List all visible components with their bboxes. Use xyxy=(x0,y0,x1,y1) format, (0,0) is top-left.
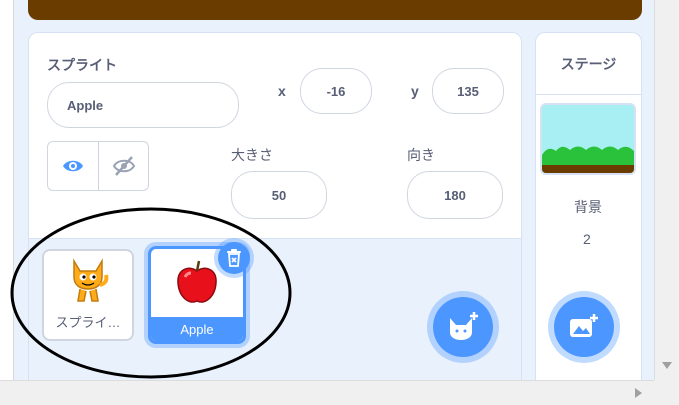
direction-label: 向き xyxy=(407,147,435,163)
horizontal-scrollbar[interactable] xyxy=(0,380,654,405)
scrollbar-corner xyxy=(654,380,679,405)
trash-icon xyxy=(227,249,241,267)
backdrops-label: 背景 xyxy=(574,199,602,215)
cat-icon xyxy=(73,258,109,302)
stage-canvas-bottom xyxy=(28,0,642,20)
vertical-scrollbar[interactable] xyxy=(654,0,679,380)
backdrop-thumbnail[interactable] xyxy=(540,103,636,175)
scroll-down-arrow-icon[interactable] xyxy=(662,362,672,370)
y-label: y xyxy=(411,83,419,99)
choose-sprite-button[interactable] xyxy=(433,297,493,357)
hide-sprite-button[interactable] xyxy=(98,142,148,190)
choose-backdrop-button[interactable] xyxy=(554,297,614,357)
eye-icon xyxy=(63,160,83,172)
eye-slash-icon xyxy=(112,156,135,176)
sprite-info-section: スプライト Apple x -16 y 135 大きさ 50 向き 180 xyxy=(29,33,521,238)
sprite-card-label: スプライ… xyxy=(55,314,121,330)
backdrops-count: 2 xyxy=(583,231,591,247)
visibility-toggle xyxy=(47,141,149,191)
size-label: 大きさ xyxy=(231,147,273,163)
left-panel-edge xyxy=(0,0,14,380)
add-backdrop-icon xyxy=(570,314,598,337)
y-position-input[interactable]: 135 xyxy=(432,68,504,114)
add-sprite-icon xyxy=(450,312,478,340)
sprite-panel-title: スプライト xyxy=(47,57,117,73)
apple-icon xyxy=(177,260,217,303)
sprite-card-label: Apple xyxy=(151,317,243,341)
backdrop-preview-icon xyxy=(542,105,634,173)
sprite-card-cat[interactable]: スプライ… xyxy=(42,249,134,341)
x-position-input[interactable]: -16 xyxy=(300,68,372,114)
stage-panel-title: ステージ xyxy=(536,33,641,95)
x-label: x xyxy=(278,83,286,99)
delete-sprite-button[interactable] xyxy=(218,242,250,274)
scroll-right-arrow-icon[interactable] xyxy=(635,388,643,398)
show-sprite-button[interactable] xyxy=(48,142,98,190)
direction-input[interactable]: 180 xyxy=(407,171,503,219)
sprite-name-input[interactable]: Apple xyxy=(47,82,239,128)
size-input[interactable]: 50 xyxy=(231,171,327,219)
